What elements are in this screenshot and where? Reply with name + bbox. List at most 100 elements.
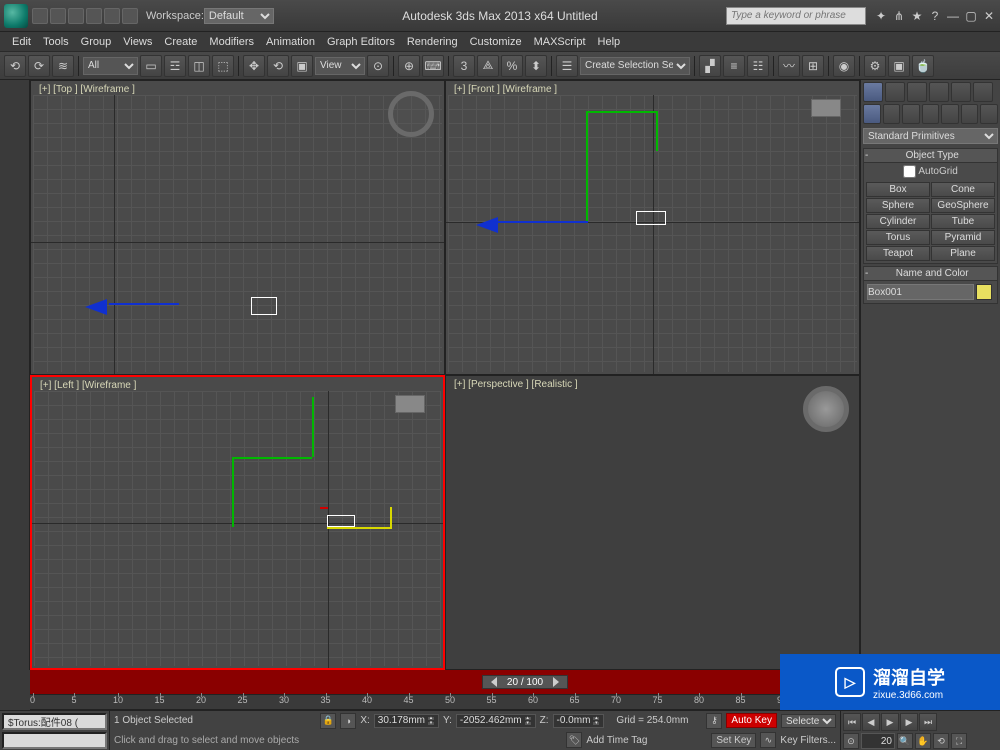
link-icon[interactable]: ⟲ — [4, 55, 26, 77]
time-scrub-handle[interactable]: 20 / 100 — [482, 675, 568, 689]
viewport-perspective[interactable]: [+] [Perspective ] [Realistic ] — [445, 375, 860, 670]
y-coord-input[interactable]: -2052.462mm▴▾ — [456, 714, 536, 728]
menu-group[interactable]: Group — [81, 36, 112, 48]
viewport-front[interactable]: [+] [Front ] [Wireframe ] — [445, 80, 860, 375]
frame-tick[interactable]: 70 — [611, 695, 621, 705]
frame-tick[interactable]: 80 — [694, 695, 704, 705]
frame-tick[interactable]: 55 — [487, 695, 497, 705]
render-frame-icon[interactable]: ▣ — [888, 55, 910, 77]
primitive-geosphere-button[interactable]: GeoSphere — [931, 198, 995, 213]
frame-tick[interactable]: 40 — [362, 695, 372, 705]
mirror-icon[interactable]: ▞ — [699, 55, 721, 77]
spacewarps-tab-icon[interactable] — [961, 104, 979, 124]
time-config-icon[interactable]: ⊙ — [843, 733, 859, 749]
prev-frame-icon[interactable]: ◀ — [862, 713, 880, 731]
bind-icon[interactable]: ≋ — [52, 55, 74, 77]
comm-icon[interactable]: ⋔ — [892, 9, 906, 23]
primitive-plane-button[interactable]: Plane — [931, 246, 995, 261]
curve-editor-icon[interactable]: 〰 — [778, 55, 800, 77]
frame-tick[interactable]: 65 — [570, 695, 580, 705]
category-select[interactable]: Standard Primitives — [863, 128, 998, 144]
primitive-torus-button[interactable]: Torus — [866, 230, 930, 245]
edit-named-sel-icon[interactable]: ☰ — [556, 55, 578, 77]
pivot-icon[interactable]: ⊙ — [367, 55, 389, 77]
close-icon[interactable]: ✕ — [982, 9, 996, 23]
motion-tab-icon[interactable] — [929, 82, 949, 102]
frame-tick[interactable]: 10 — [113, 695, 123, 705]
viewport-top-label[interactable]: [+] [Top ] [Wireframe ] — [39, 84, 135, 95]
percent-snap-icon[interactable]: % — [501, 55, 523, 77]
nav-pan-icon[interactable]: ✋ — [915, 733, 931, 749]
next-frame-icon[interactable]: ▶ — [900, 713, 918, 731]
menu-graph-editors[interactable]: Graph Editors — [327, 36, 395, 48]
menu-animation[interactable]: Animation — [266, 36, 315, 48]
maxscript-listener[interactable] — [2, 713, 107, 730]
qat-undo-icon[interactable] — [86, 8, 102, 24]
viewcube-icon[interactable] — [803, 386, 849, 432]
angle-snap-icon[interactable]: ⟁ — [477, 55, 499, 77]
systems-tab-icon[interactable] — [980, 104, 998, 124]
nav-zoom-icon[interactable]: 🔍 — [897, 733, 913, 749]
frame-tick[interactable]: 5 — [72, 695, 77, 705]
app-icon[interactable] — [4, 4, 28, 28]
help-star-icon[interactable]: ✦ — [874, 9, 888, 23]
time-slider[interactable]: 20 / 100 — [30, 670, 860, 694]
manipulate-icon[interactable]: ⊕ — [398, 55, 420, 77]
menu-help[interactable]: Help — [598, 36, 621, 48]
window-crossing-icon[interactable]: ⬚ — [212, 55, 234, 77]
frame-tick[interactable]: 15 — [155, 695, 165, 705]
maxscript-input[interactable] — [2, 732, 107, 749]
create-tab-icon[interactable] — [863, 82, 883, 102]
select-region-icon[interactable]: ◫ — [188, 55, 210, 77]
viewcube-icon[interactable] — [811, 99, 841, 117]
qat-open-icon[interactable] — [50, 8, 66, 24]
utilities-tab-icon[interactable] — [973, 82, 993, 102]
menu-create[interactable]: Create — [164, 36, 197, 48]
align-icon[interactable]: ≡ — [723, 55, 745, 77]
key-mode-icon[interactable]: ∿ — [760, 732, 776, 748]
scale-icon[interactable]: ▣ — [291, 55, 313, 77]
frame-tick[interactable]: 0 — [30, 695, 35, 705]
frame-tick[interactable]: 50 — [445, 695, 455, 705]
menu-tools[interactable]: Tools — [43, 36, 69, 48]
qat-save-icon[interactable] — [68, 8, 84, 24]
display-tab-icon[interactable] — [951, 82, 971, 102]
minimize-icon[interactable]: — — [946, 9, 960, 23]
key-filters-button[interactable]: Key Filters... — [780, 735, 836, 746]
primitive-cylinder-button[interactable]: Cylinder — [866, 214, 930, 229]
spinner-snap-icon[interactable]: ⬍ — [525, 55, 547, 77]
viewport-left-label[interactable]: [+] [Left ] [Wireframe ] — [40, 380, 136, 391]
menu-maxscript[interactable]: MAXScript — [534, 36, 586, 48]
play-icon[interactable]: ▶ — [881, 713, 899, 731]
qat-redo-icon[interactable] — [104, 8, 120, 24]
primitive-pyramid-button[interactable]: Pyramid — [931, 230, 995, 245]
workspace-select[interactable]: Default — [204, 8, 274, 24]
named-sel-set-select[interactable]: Create Selection Set — [580, 57, 690, 75]
lights-tab-icon[interactable] — [902, 104, 920, 124]
isolate-icon[interactable]: ◑ — [340, 713, 356, 729]
qat-new-icon[interactable] — [32, 8, 48, 24]
primitive-box-button[interactable]: Box — [866, 182, 930, 197]
frame-tick[interactable]: 60 — [528, 695, 538, 705]
x-coord-input[interactable]: 30.178mm▴▾ — [374, 714, 439, 728]
primitive-cone-button[interactable]: Cone — [931, 182, 995, 197]
ref-coord-select[interactable]: View — [315, 57, 365, 75]
nav-orbit-icon[interactable]: ⟲ — [933, 733, 949, 749]
viewcube-icon[interactable] — [395, 395, 425, 413]
auto-key-button[interactable]: Auto Key — [726, 713, 777, 728]
viewport-left[interactable]: [+] [Left ] [Wireframe ] — [30, 375, 445, 670]
z-coord-input[interactable]: -0.0mm▴▾ — [553, 714, 605, 728]
lock-icon[interactable]: 🔒 — [320, 713, 336, 729]
favorite-icon[interactable]: ★ — [910, 9, 924, 23]
object-color-swatch[interactable] — [976, 284, 992, 300]
rotate-icon[interactable]: ⟲ — [267, 55, 289, 77]
autogrid-checkbox[interactable] — [903, 165, 916, 178]
set-key-button[interactable]: Set Key — [711, 733, 756, 748]
frame-tick[interactable]: 35 — [321, 695, 331, 705]
selection-filter-select[interactable]: All — [83, 57, 138, 75]
frame-tick[interactable]: 25 — [238, 695, 248, 705]
key-target-select[interactable]: Selected — [781, 714, 836, 728]
primitive-tube-button[interactable]: Tube — [931, 214, 995, 229]
modify-tab-icon[interactable] — [885, 82, 905, 102]
keyboard-icon[interactable]: ⌨ — [422, 55, 444, 77]
